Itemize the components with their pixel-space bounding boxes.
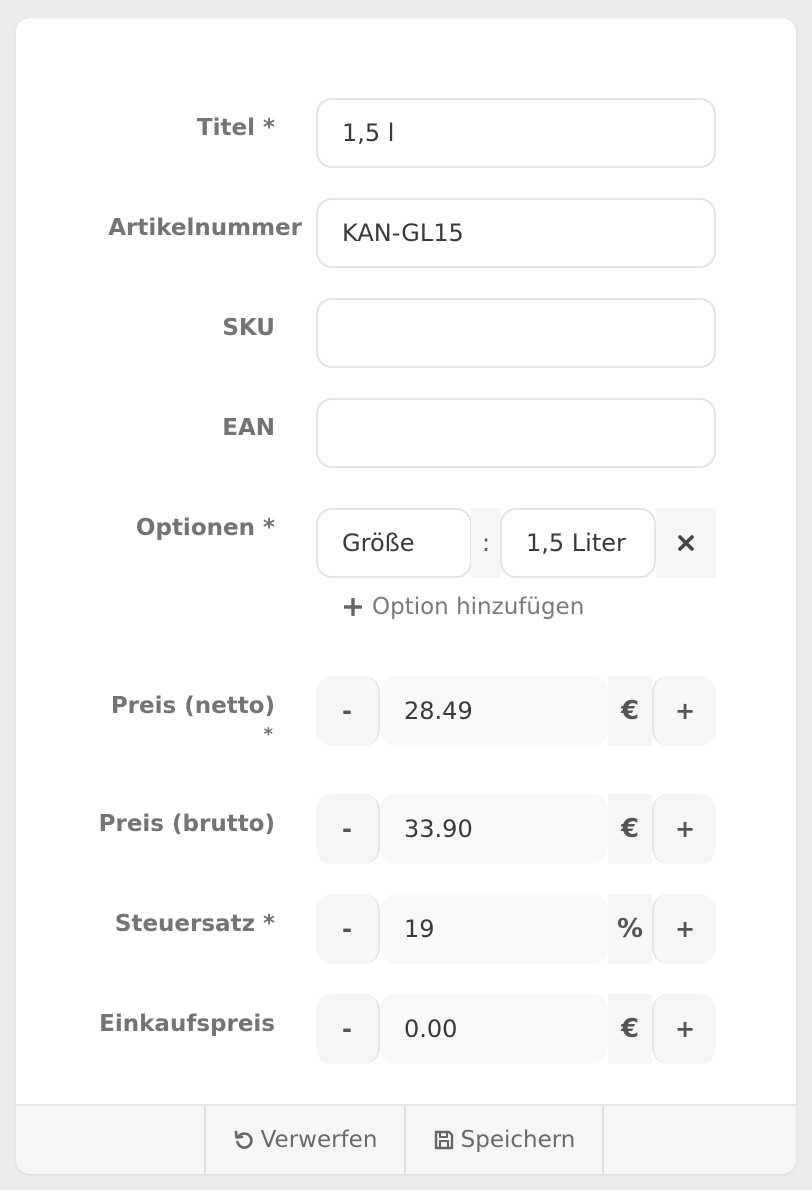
price-net-unit: € [608, 676, 652, 746]
purchase-price-label: Einkaufspreis [99, 1011, 275, 1037]
purchase-price-increment-button[interactable]: + [652, 994, 716, 1064]
tax-rate-unit: % [608, 894, 652, 964]
close-icon [678, 535, 694, 551]
tax-rate-increment-button[interactable]: + [652, 894, 716, 964]
price-net-stepper: - 28.49 € + [316, 676, 716, 746]
save-button[interactable]: Speichern [404, 1106, 602, 1174]
footer-divider [602, 1106, 604, 1174]
save-label: Speichern [460, 1127, 576, 1153]
price-net-required-marker: * [263, 724, 273, 745]
price-gross-unit: € [608, 794, 652, 864]
add-option-button[interactable]: Option hinzufügen [344, 594, 584, 620]
sku-label: SKU [222, 315, 275, 341]
article-number-input[interactable]: KAN-GL15 [316, 198, 716, 268]
ean-input[interactable] [316, 398, 716, 468]
purchase-price-unit: € [608, 994, 652, 1064]
purchase-price-input[interactable]: 0.00 [380, 994, 608, 1064]
plus-icon [344, 598, 362, 616]
purchase-price-decrement-button[interactable]: - [316, 994, 380, 1064]
price-gross-input[interactable]: 33.90 [380, 794, 608, 864]
option-separator: : [471, 508, 501, 578]
discard-button[interactable]: Verwerfen [204, 1106, 404, 1174]
price-net-label-text: Preis (netto) [110, 693, 275, 719]
floppy-disk-icon [434, 1130, 453, 1150]
price-net-label: Preis (netto) * [16, 690, 275, 748]
title-label: Titel * [196, 115, 275, 141]
option-remove-button[interactable] [656, 508, 716, 578]
tax-rate-stepper: - 19 % + [316, 894, 716, 964]
add-option-label: Option hinzufügen [372, 594, 585, 620]
sku-input[interactable] [316, 298, 716, 368]
price-gross-decrement-button[interactable]: - [316, 794, 380, 864]
tax-rate-input[interactable]: 19 [380, 894, 608, 964]
product-variant-form-card: Titel * 1,5 l Artikelnummer KAN-GL15 SKU… [16, 18, 796, 1174]
discard-label: Verwerfen [260, 1127, 378, 1153]
title-input[interactable]: 1,5 l [316, 98, 716, 168]
price-gross-stepper: - 33.90 € + [316, 794, 716, 864]
price-net-decrement-button[interactable]: - [316, 676, 380, 746]
ean-label: EAN [222, 415, 275, 441]
price-gross-label: Preis (brutto) [98, 811, 275, 837]
option-value-input[interactable]: 1,5 Liter [500, 508, 656, 578]
price-net-input[interactable]: 28.49 [380, 676, 608, 746]
option-name-input[interactable]: Größe [316, 508, 472, 578]
form-footer: Verwerfen Speichern [16, 1104, 796, 1174]
tax-rate-label: Steuersatz * [114, 911, 275, 937]
options-label: Optionen * [135, 515, 275, 541]
purchase-price-stepper: - 0.00 € + [316, 994, 716, 1064]
price-net-increment-button[interactable]: + [652, 676, 716, 746]
article-number-label: Artikelnummer [108, 215, 302, 241]
price-gross-increment-button[interactable]: + [652, 794, 716, 864]
undo-icon [234, 1130, 253, 1149]
tax-rate-decrement-button[interactable]: - [316, 894, 380, 964]
